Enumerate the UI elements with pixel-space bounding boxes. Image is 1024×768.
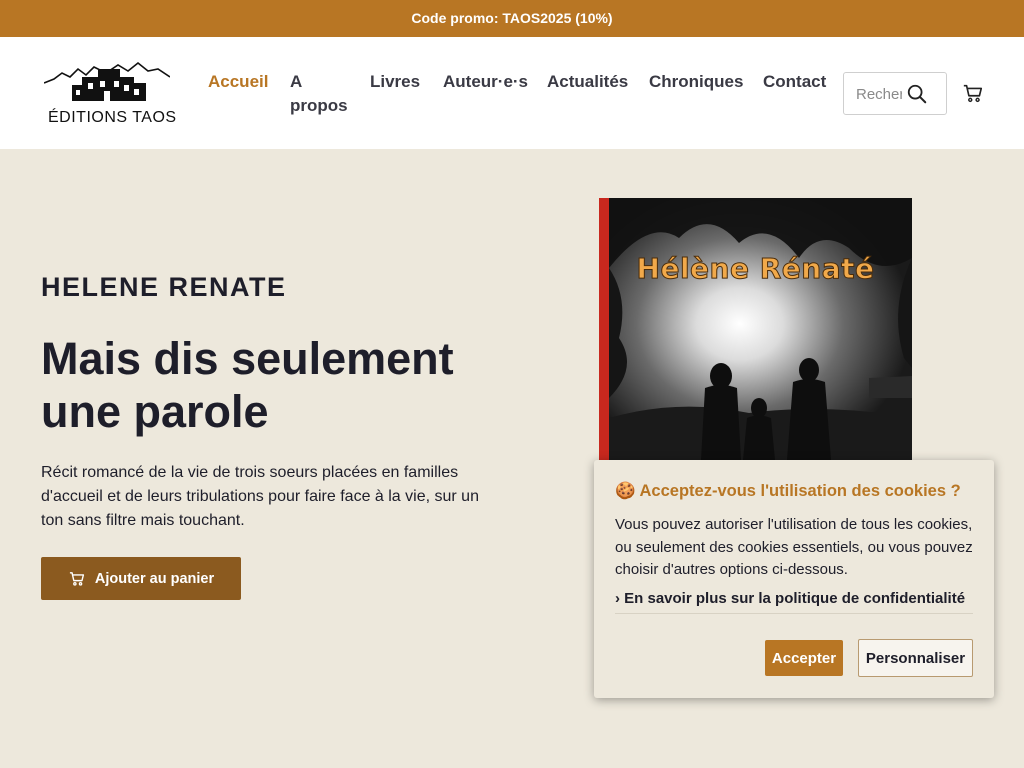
search-box	[843, 72, 947, 115]
logo-mountain-icon	[44, 61, 170, 101]
customize-cookies-button[interactable]: Personnaliser	[858, 639, 973, 677]
cookie-body: Vous pouvez autoriser l'utilisation de t…	[615, 516, 973, 578]
add-to-cart-button[interactable]: Ajouter au panier	[41, 557, 241, 600]
cookie-divider	[615, 613, 973, 614]
search-input[interactable]	[856, 83, 902, 105]
book-title: Mais dis seulement une parole	[41, 333, 454, 437]
book-cover[interactable]: Hélène Rénaté	[599, 198, 912, 460]
search-icon[interactable]	[906, 83, 928, 105]
nav-contact[interactable]: Contact	[763, 70, 826, 94]
cart-icon[interactable]	[962, 82, 984, 104]
accept-cookies-button[interactable]: Accepter	[765, 640, 843, 676]
cookie-dialog: 🍪 Acceptez-vous l'utilisation des cookie…	[594, 460, 994, 698]
logo-text: ÉDITIONS TAOS	[48, 109, 177, 126]
nav-auteurs[interactable]: Auteur·e·s	[443, 70, 528, 94]
nav-a-propos[interactable]: A propos	[290, 70, 350, 118]
privacy-policy-link[interactable]: › En savoir plus sur la politique de con…	[615, 590, 965, 607]
site-header: ÉDITIONS TAOS Accueil A propos Livres Au…	[0, 37, 1024, 149]
nav-chroniques[interactable]: Chroniques	[649, 70, 743, 94]
add-to-cart-label: Ajouter au panier	[94, 570, 215, 587]
cart-icon-small	[69, 572, 84, 586]
nav-actualites[interactable]: Actualités	[547, 70, 628, 94]
nav-accueil[interactable]: Accueil	[208, 70, 268, 94]
cookie-title: 🍪 Acceptez-vous l'utilisation des cookie…	[615, 482, 961, 500]
author-name: HELENE RENATE	[41, 272, 287, 302]
cover-title: Hélène Rénaté	[636, 252, 875, 286]
book-description: Récit romancé de la vie de trois soeurs …	[41, 464, 479, 529]
nav-livres[interactable]: Livres	[370, 70, 420, 94]
promo-banner: Code promo: TAOS2025 (10%)	[0, 0, 1024, 37]
cover-photo	[599, 198, 912, 460]
logo[interactable]: ÉDITIONS TAOS	[44, 59, 176, 129]
